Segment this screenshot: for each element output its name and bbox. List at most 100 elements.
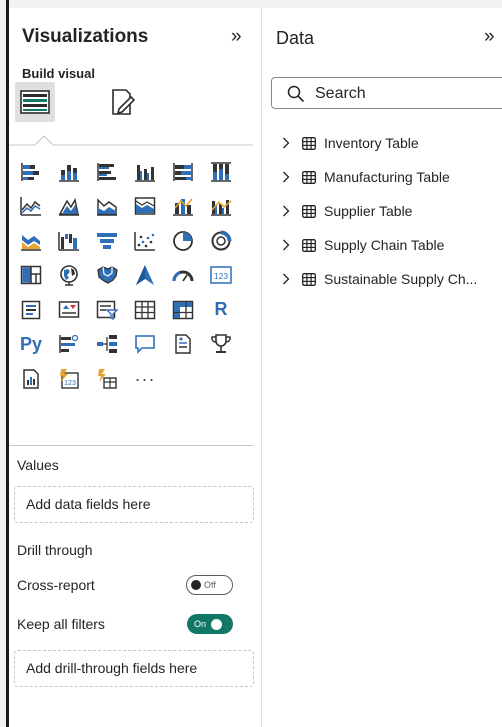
100-stacked-column-chart-icon <box>211 161 231 182</box>
values-drop-well[interactable]: Add data fields here <box>14 486 254 523</box>
table-list: Inventory Table Manufacturing Table Supp… <box>282 126 502 296</box>
drill-through-heading: Drill through <box>17 542 93 558</box>
keep-all-filters-label: Keep all filters <box>17 616 105 632</box>
visual-type-button[interactable] <box>89 330 125 359</box>
visual-type-button[interactable] <box>13 157 49 186</box>
collapse-visualizations-button[interactable]: » <box>231 26 242 48</box>
table-icon <box>302 204 316 218</box>
visual-type-button[interactable] <box>89 226 125 255</box>
visual-type-button[interactable] <box>165 226 201 255</box>
visual-type-button[interactable] <box>51 226 87 255</box>
build-visual-tab[interactable] <box>15 82 55 122</box>
visual-type-button[interactable] <box>165 261 201 290</box>
visual-type-button[interactable] <box>165 330 201 359</box>
table-item[interactable]: Sustainable Supply Ch... <box>282 262 502 296</box>
search-box[interactable] <box>271 77 502 109</box>
line-and-stacked-column-chart-icon <box>173 198 193 216</box>
data-pane-title: Data <box>276 28 315 48</box>
python-visual-icon: Py <box>19 333 43 354</box>
visual-type-button[interactable] <box>89 295 125 324</box>
collapse-data-button[interactable]: » <box>484 26 495 48</box>
table-item[interactable]: Supplier Table <box>282 194 502 228</box>
qa-icon <box>135 335 155 354</box>
visual-type-gallery: 123 R Py 123 ··· <box>13 157 248 399</box>
stacked-column-chart-icon <box>59 164 79 182</box>
azure-map-icon <box>136 265 154 285</box>
visual-type-button[interactable] <box>51 295 87 324</box>
gallery-row <box>13 157 248 186</box>
ribbon-chart-icon <box>21 234 41 251</box>
values-label: Values <box>17 457 59 473</box>
get-more-visuals-button[interactable]: ··· <box>127 364 163 393</box>
stacked-bar-chart-icon <box>21 162 39 181</box>
stacked-area-chart-icon <box>97 198 117 216</box>
visual-type-button[interactable]: R <box>203 295 239 324</box>
visual-type-button[interactable] <box>13 295 49 324</box>
chevron-right-icon[interactable] <box>282 273 296 285</box>
visual-type-button[interactable] <box>127 192 163 221</box>
chevron-right-icon[interactable] <box>282 205 296 217</box>
visual-type-button[interactable] <box>89 157 125 186</box>
table-item[interactable]: Supply Chain Table <box>282 228 502 262</box>
visual-type-button[interactable] <box>89 364 125 393</box>
gallery-row: Py <box>13 330 248 359</box>
line-and-clustered-column-chart-icon <box>211 200 232 216</box>
visual-type-button[interactable] <box>51 261 87 290</box>
visual-type-button[interactable] <box>165 295 201 324</box>
visual-type-button[interactable] <box>51 157 87 186</box>
toggle-knob <box>191 580 201 590</box>
chevron-right-icon[interactable] <box>282 171 296 183</box>
search-input[interactable] <box>315 82 495 106</box>
gallery-row <box>13 192 248 221</box>
format-visual-tab[interactable] <box>103 82 143 122</box>
visual-type-button[interactable] <box>127 295 163 324</box>
clustered-bar-chart-icon <box>97 162 116 181</box>
chevron-right-icon[interactable] <box>282 137 296 149</box>
visual-type-button[interactable]: Py <box>13 330 49 359</box>
table-name: Sustainable Supply Ch... <box>324 271 478 287</box>
visual-type-button[interactable] <box>89 192 125 221</box>
visualizations-title: Visualizations <box>22 26 149 47</box>
table-icon <box>302 272 316 286</box>
decomposition-tree-icon <box>97 335 117 353</box>
cross-report-toggle[interactable]: Off <box>186 575 233 595</box>
visual-type-button[interactable] <box>127 157 163 186</box>
gallery-row: 123 ··· <box>13 364 248 393</box>
keep-all-filters-toggle[interactable]: On <box>187 614 233 634</box>
cross-report-label: Cross-report <box>17 577 95 593</box>
donut-chart-icon <box>211 230 232 250</box>
chevron-right-icon[interactable] <box>282 239 296 251</box>
visual-type-button[interactable] <box>51 192 87 221</box>
visual-type-button[interactable] <box>13 364 49 393</box>
clustered-column-chart-icon <box>135 164 155 182</box>
visual-type-button[interactable]: 123 <box>51 364 87 393</box>
visual-type-button[interactable] <box>127 330 163 359</box>
svg-text:123: 123 <box>214 271 228 281</box>
toggle-knob <box>211 618 223 630</box>
visual-type-button[interactable] <box>51 330 87 359</box>
visual-type-button[interactable]: 123 <box>203 261 239 290</box>
visual-type-button[interactable] <box>13 261 49 290</box>
tab-pointer-line <box>9 135 253 146</box>
visual-type-button[interactable] <box>203 330 239 359</box>
table-item[interactable]: Manufacturing Table <box>282 160 502 194</box>
visual-type-button[interactable] <box>127 226 163 255</box>
section-divider <box>9 445 253 446</box>
visual-type-button[interactable] <box>165 192 201 221</box>
visual-type-button[interactable] <box>203 157 239 186</box>
visual-type-button[interactable] <box>203 226 239 255</box>
toggle-state-text: Off <box>204 580 216 590</box>
visual-type-button[interactable] <box>165 157 201 186</box>
table-item[interactable]: Inventory Table <box>282 126 502 160</box>
visual-type-button[interactable] <box>127 261 163 290</box>
visual-type-button[interactable] <box>203 192 239 221</box>
drill-through-drop-well[interactable]: Add drill-through fields here <box>14 650 254 687</box>
metrics-icon <box>211 334 231 353</box>
funnel-chart-icon <box>97 232 117 249</box>
visual-type-button[interactable] <box>89 261 125 290</box>
area-chart-icon <box>58 197 79 216</box>
table-icon <box>302 136 316 150</box>
table-name: Supply Chain Table <box>324 237 445 253</box>
visual-type-button[interactable] <box>13 192 49 221</box>
visual-type-button[interactable] <box>13 226 49 255</box>
